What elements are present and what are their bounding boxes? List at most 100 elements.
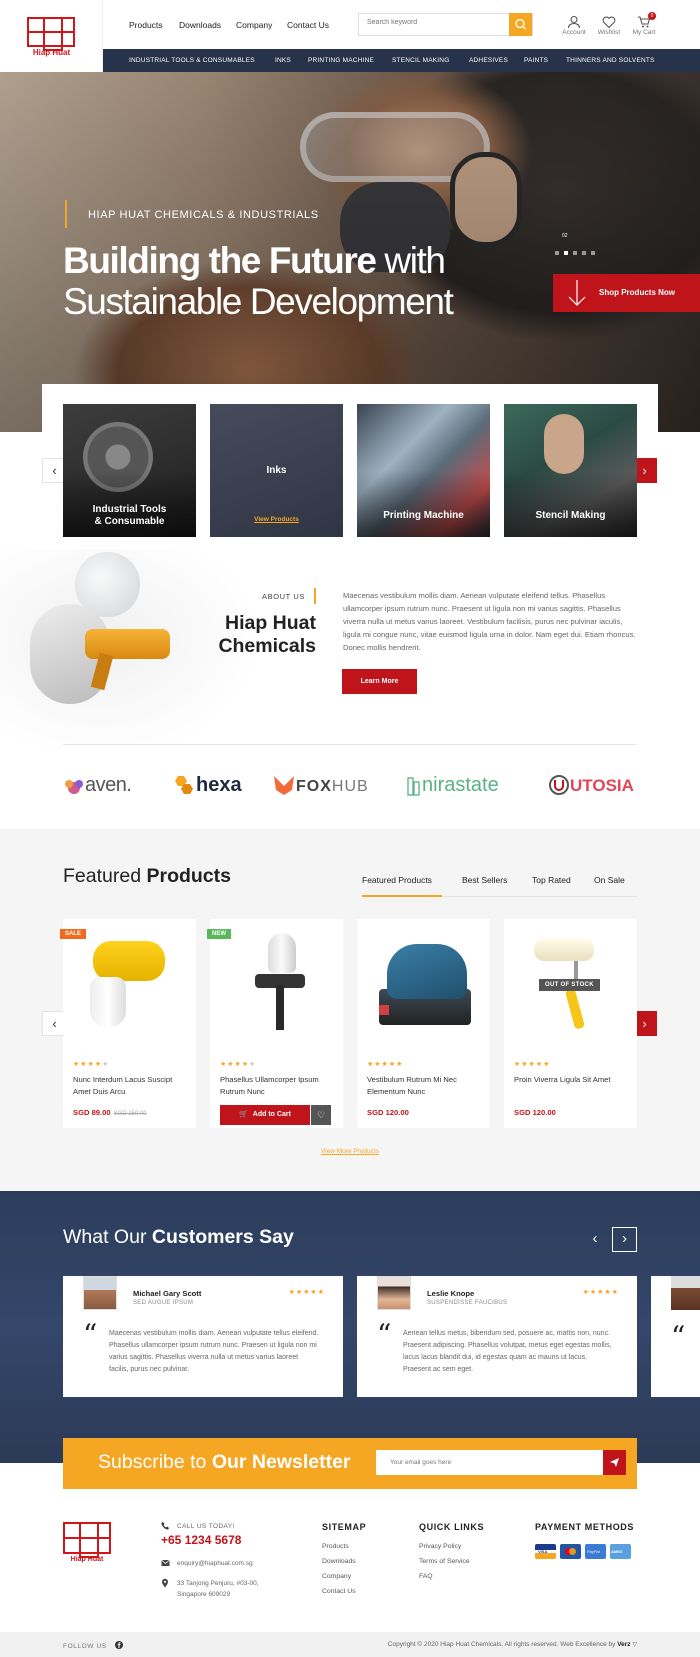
footer-address: 33 Tanjong Penjuru, #03-00, Singapore 609… <box>177 1578 259 1600</box>
slide-dot[interactable] <box>591 251 595 255</box>
category-card-label: Inks <box>266 465 287 476</box>
product-name[interactable]: Proin Viverra Ligula Sit Amet <box>514 1074 632 1086</box>
paypal-icon: PayPal <box>585 1544 606 1559</box>
rating-stars: ★★★★★ <box>73 1061 110 1068</box>
price-current: SGD 89.00 <box>73 1108 111 1117</box>
shop-products-button[interactable]: Shop Products Now <box>553 274 700 312</box>
category-card-label: Stencil Making <box>535 510 606 521</box>
category-industrial-tools[interactable]: INDUSTRIAL TOOLS & CONSUMABLES <box>129 57 255 64</box>
product-card[interactable]: SALE ★★★★★ Nunc Interdum Lacus Suscipt A… <box>60 919 196 1128</box>
featured-title-bold: Products <box>146 865 231 887</box>
chevron-right-icon: › <box>622 1230 627 1247</box>
airbrush-handle-image <box>276 985 284 1030</box>
category-card-industrial-tools[interactable]: Industrial Tools & Consumable <box>63 404 196 537</box>
logo[interactable]: Hiap Huat <box>0 0 103 72</box>
tab-on-sale[interactable]: On Sale <box>594 875 625 885</box>
nav-products[interactable]: Products <box>129 20 163 30</box>
product-card[interactable]: NEW ★★★★★ Phasellus Ullamcorper Ipsum Ru… <box>207 919 343 1128</box>
search-input[interactable] <box>367 19 507 26</box>
hero-title-bold: Building the Future <box>63 240 377 281</box>
view-more-products-link[interactable]: View More Products <box>0 1148 700 1155</box>
brand-foxhub[interactable]: FOXHUB <box>272 772 369 800</box>
nav-downloads[interactable]: Downloads <box>179 20 221 30</box>
credit-link[interactable]: Verz <box>617 1641 630 1648</box>
category-paints[interactable]: PAINTS <box>524 57 548 64</box>
learn-more-button[interactable]: Learn More <box>342 669 417 694</box>
tab-best-sellers[interactable]: Best Sellers <box>462 875 507 885</box>
chevron-right-icon: › <box>642 463 647 478</box>
product-card[interactable]: OUT OF STOCK ★★★★★ Proin Viverra Ligula … <box>504 919 637 1128</box>
hero-title-line2: Sustainable Development <box>63 281 454 322</box>
tab-featured-products[interactable]: Featured Products <box>362 875 432 885</box>
fox-icon <box>274 776 294 795</box>
footer-link-privacy[interactable]: Privacy Policy <box>419 1543 461 1550</box>
sitemap-heading: SITEMAP <box>322 1522 367 1532</box>
product-card[interactable]: ★★★★★ Vestibulum Rutrum Mi Nec Elementum… <box>357 919 490 1128</box>
cart-link[interactable]: My Cart 0 <box>629 12 659 36</box>
add-to-cart-button[interactable]: 🛒 Add to Cart <box>220 1105 310 1125</box>
slide-dot-active[interactable] <box>564 251 568 255</box>
testimonial-text: Aenean tellus metus, bibendum sed, posue… <box>403 1330 612 1373</box>
quick-links-heading: QUICK LINKS <box>419 1522 485 1532</box>
facebook-icon[interactable] <box>115 1641 124 1649</box>
category-thinners[interactable]: THINNERS AND SOLVENTS <box>566 57 655 64</box>
category-adhesives[interactable]: ADHESIVES <box>469 57 508 64</box>
quote-icon: “ <box>671 1320 686 1353</box>
footer-link-contact-us[interactable]: Contact Us <box>322 1588 356 1595</box>
testimonials-prev-button[interactable]: ‹ <box>585 1230 605 1250</box>
footer-link-products[interactable]: Products <box>322 1543 349 1550</box>
sale-badge: SALE <box>60 929 87 939</box>
newsletter-email-input[interactable]: Your email goes here <box>376 1450 626 1475</box>
footer-email[interactable]: enquiry@hiaphuat.com.sg <box>177 1558 253 1569</box>
category-card-inks[interactable]: Inks View Products <box>210 404 343 537</box>
testimonial-role: SUSPENDISSE FAUCIBUS <box>427 1300 508 1306</box>
about-title-line2: Chemicals <box>218 635 316 657</box>
category-inks[interactable]: INKS <box>275 57 291 64</box>
nav-contact-us[interactable]: Contact Us <box>287 20 329 30</box>
category-bar: INDUSTRIAL TOOLS & CONSUMABLES INKS PRIN… <box>103 49 700 72</box>
slide-dot[interactable] <box>555 251 559 255</box>
wishlist-link[interactable]: Wishlist <box>594 15 624 36</box>
brand-nirastate[interactable]: nirastate <box>406 772 499 798</box>
follow-us-label: FOLLOW US <box>63 1643 107 1650</box>
sander-switch-image <box>379 1005 389 1015</box>
footer-link-downloads[interactable]: Downloads <box>322 1558 356 1565</box>
search-button[interactable] <box>509 13 532 36</box>
testimonial-text: Maecenas vestibulum mollis diam. Aenean … <box>109 1330 319 1373</box>
testimonials-next-button[interactable]: › <box>612 1227 637 1252</box>
slide-dot[interactable] <box>573 251 577 255</box>
brand-utosia[interactable]: UTOSIA <box>548 772 634 799</box>
tab-top-rated[interactable]: Top Rated <box>532 875 571 885</box>
category-printing-machine[interactable]: PRINTING MACHINE <box>308 57 374 64</box>
footer-link-terms[interactable]: Terms of Service <box>419 1558 470 1565</box>
product-name[interactable]: Nunc Interdum Lacus Suscipt Amet Duis Ar… <box>73 1074 191 1098</box>
heart-icon <box>602 16 616 29</box>
cart-label: My Cart <box>632 29 656 36</box>
sander-body-image <box>387 944 467 999</box>
brand-hexa[interactable]: hexa <box>172 772 242 798</box>
footer-logo[interactable] <box>63 1522 111 1558</box>
product-name[interactable]: Vestibulum Rutrum Mi Nec Elementum Nunc <box>367 1074 485 1098</box>
footer-link-faq[interactable]: FAQ <box>419 1573 433 1580</box>
newsletter-submit-button[interactable] <box>603 1450 626 1475</box>
wishlist-label: Wishlist <box>597 29 621 36</box>
wishlist-button[interactable]: ♡ <box>311 1105 331 1125</box>
slide-dot[interactable] <box>582 251 586 255</box>
category-card-printing-machine[interactable]: Printing Machine <box>357 404 490 537</box>
footer-link-company[interactable]: Company <box>322 1573 351 1580</box>
testimonials-title-bold: Customers Say <box>151 1226 294 1248</box>
payment-methods-heading: PAYMENT METHODS <box>535 1522 635 1532</box>
nav-company[interactable]: Company <box>236 20 272 30</box>
product-price: SGD 120.00 <box>514 1108 556 1117</box>
account-link[interactable]: Account <box>559 15 589 36</box>
brand-aven[interactable]: aven. <box>63 772 132 798</box>
category-stencil-making[interactable]: STENCIL MAKING <box>392 57 449 64</box>
chevron-left-icon: ‹ <box>52 463 57 478</box>
footer-phone[interactable]: +65 1234 5678 <box>161 1533 241 1547</box>
category-card-stencil-making[interactable]: Stencil Making <box>504 404 637 537</box>
avatar <box>377 1276 411 1310</box>
copyright-text: Copyright © 2020 Hiap Huat Chemicals. Al… <box>387 1641 616 1648</box>
product-name[interactable]: Phasellus Ullamcorper Ipsum Rutrum Nunc <box>220 1074 338 1098</box>
view-products-link[interactable]: View Products <box>210 514 343 526</box>
product-price: SGD 120.00 <box>367 1108 409 1117</box>
